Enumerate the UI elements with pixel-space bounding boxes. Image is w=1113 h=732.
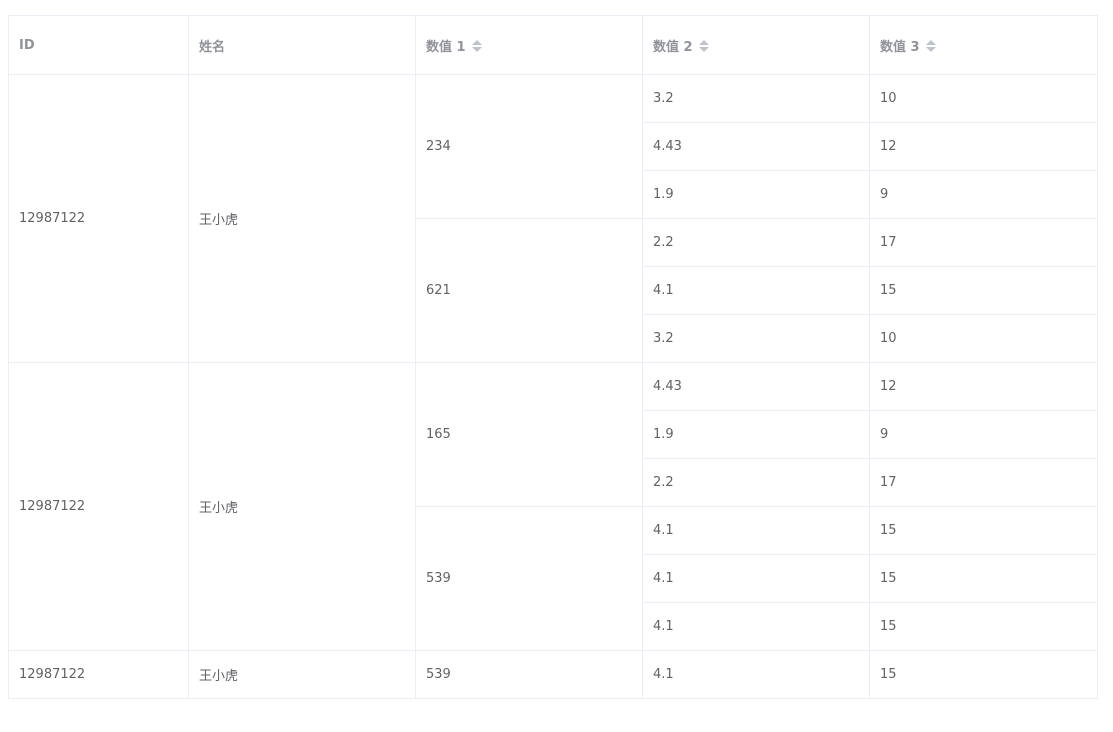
cell-amount1: 621 [415,218,643,363]
cell-amount1: 165 [415,362,643,507]
cell-amount2: 3.2 [642,314,870,363]
header-name-label: 姓名 [199,39,226,55]
cell-amount3: 15 [869,650,1098,699]
header-amount2[interactable]: 数值 2 [642,15,870,75]
cell-amount2: 4.1 [642,650,870,699]
cell-name: 王小虎 [188,650,416,699]
cell-amount3: 15 [869,554,1098,603]
header-id: ID [8,15,189,75]
cell-amount3: 15 [869,602,1098,651]
table-row: 12987122 王小虎 234 3.2 10 [8,74,1098,363]
header-name: 姓名 [188,15,416,75]
cell-id: 12987122 [8,362,189,651]
sort-caret-icon[interactable] [698,39,709,53]
table-row: 12987122 王小虎 539 4.1 15 [8,650,1098,699]
cell-amount2: 1.9 [642,170,870,219]
cell-amount2: 4.1 [642,266,870,315]
cell-amount3: 10 [869,314,1098,363]
cell-amount2: 2.2 [642,218,870,267]
header-amount2-label: 数值 2 [653,39,693,55]
cell-amount2: 3.2 [642,74,870,123]
cell-id: 12987122 [8,74,189,363]
header-id-label: ID [19,37,35,53]
cell-amount2: 4.43 [642,122,870,171]
cell-amount2: 4.1 [642,554,870,603]
cell-amount2: 4.43 [642,362,870,411]
merged-data-table: ID 姓名 数值 1 数值 2 数值 3 12987122 王小虎 234 3.… [8,15,1098,699]
table-header: ID 姓名 数值 1 数值 2 数值 3 [8,15,1098,75]
cell-amount2: 4.1 [642,602,870,651]
cell-amount3: 10 [869,74,1098,123]
cell-amount1: 539 [415,506,643,651]
table-container: ID 姓名 数值 1 数值 2 数值 3 12987122 王小虎 234 3.… [8,15,1098,699]
cell-name: 王小虎 [188,362,416,651]
cell-amount3: 15 [869,266,1098,315]
cell-amount2: 2.2 [642,458,870,507]
cell-amount3: 15 [869,506,1098,555]
header-amount1[interactable]: 数值 1 [415,15,643,75]
cell-amount1: 539 [415,650,643,699]
table-row: 12987122 王小虎 165 4.43 12 [8,362,1098,651]
cell-amount2: 1.9 [642,410,870,459]
header-amount3-label: 数值 3 [880,39,920,55]
cell-amount3: 17 [869,218,1098,267]
cell-amount1: 234 [415,74,643,219]
header-row: ID 姓名 数值 1 数值 2 数值 3 [8,15,1098,75]
cell-amount2: 4.1 [642,506,870,555]
table-body: 12987122 王小虎 234 3.2 10 4.43 12 1.9 9 62… [8,74,1098,699]
sort-caret-icon[interactable] [471,39,482,53]
cell-id: 12987122 [8,650,189,699]
cell-amount3: 12 [869,362,1098,411]
cell-amount3: 9 [869,170,1098,219]
sort-caret-icon[interactable] [925,39,936,53]
cell-amount3: 17 [869,458,1098,507]
cell-name: 王小虎 [188,74,416,363]
cell-amount3: 12 [869,122,1098,171]
header-amount1-label: 数值 1 [426,39,466,55]
header-amount3[interactable]: 数值 3 [869,15,1098,75]
cell-amount3: 9 [869,410,1098,459]
